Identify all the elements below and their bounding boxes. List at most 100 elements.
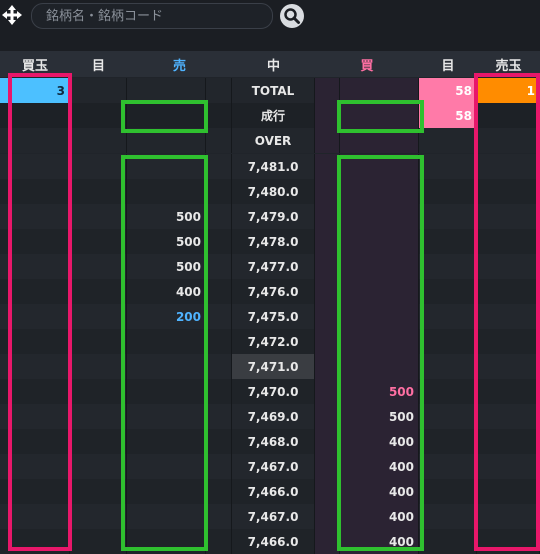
buy-spacer[interactable] xyxy=(315,304,340,329)
price-cell[interactable]: 7,476.0 xyxy=(232,279,315,304)
sell-spacer[interactable] xyxy=(206,529,232,554)
sell-qty-cell[interactable]: 400 xyxy=(127,279,206,304)
sell-spacer[interactable] xyxy=(206,504,232,529)
kaidama-cell[interactable] xyxy=(0,103,70,128)
kaidama-cell[interactable] xyxy=(0,279,70,304)
kaidama-cell[interactable] xyxy=(0,329,70,354)
sell-qty-cell[interactable] xyxy=(127,379,206,404)
uridama-cell[interactable]: 1 xyxy=(477,78,540,103)
uridama-cell[interactable] xyxy=(477,329,540,354)
price-cell[interactable]: TOTAL xyxy=(232,78,315,103)
me-left-cell[interactable] xyxy=(70,179,127,204)
buy-qty-cell[interactable] xyxy=(340,279,419,304)
buy-qty-cell[interactable]: 500 xyxy=(340,404,419,429)
uridama-cell[interactable] xyxy=(477,454,540,479)
sell-qty-cell[interactable]: 200 xyxy=(127,304,206,329)
sell-qty-cell[interactable] xyxy=(127,354,206,379)
uridama-cell[interactable] xyxy=(477,529,540,554)
price-cell[interactable]: 7,481.0 xyxy=(232,154,315,179)
me-right-cell[interactable] xyxy=(419,204,477,229)
buy-cell[interactable] xyxy=(340,103,419,128)
buy-spacer[interactable] xyxy=(315,179,340,204)
kaidama-cell[interactable] xyxy=(0,379,70,404)
buy-spacer[interactable] xyxy=(315,128,340,153)
kaidama-cell[interactable] xyxy=(0,204,70,229)
kaidama-cell[interactable] xyxy=(0,354,70,379)
buy-qty-cell[interactable] xyxy=(340,354,419,379)
sell-qty-cell[interactable]: 500 xyxy=(127,204,206,229)
sell-spacer[interactable] xyxy=(206,479,232,504)
price-cell[interactable]: 7,471.0 xyxy=(232,354,315,379)
kaidama-cell[interactable] xyxy=(0,179,70,204)
sell-qty-cell[interactable] xyxy=(127,454,206,479)
me-right-cell[interactable] xyxy=(419,179,477,204)
sell-spacer[interactable] xyxy=(206,404,232,429)
me-right-cell[interactable] xyxy=(419,229,477,254)
search-button[interactable] xyxy=(280,4,304,28)
sell-spacer[interactable] xyxy=(206,429,232,454)
buy-spacer[interactable] xyxy=(315,454,340,479)
buy-spacer[interactable] xyxy=(315,229,340,254)
buy-spacer[interactable] xyxy=(315,529,340,554)
uridama-cell[interactable] xyxy=(477,179,540,204)
buy-spacer[interactable] xyxy=(315,78,340,103)
uridama-cell[interactable] xyxy=(477,103,540,128)
buy-qty-cell[interactable] xyxy=(340,179,419,204)
me-left-cell[interactable] xyxy=(70,529,127,554)
kaidama-cell[interactable] xyxy=(0,479,70,504)
me-right-cell[interactable] xyxy=(419,429,477,454)
buy-spacer[interactable] xyxy=(315,429,340,454)
sell-spacer[interactable] xyxy=(206,78,232,103)
kaidama-cell[interactable]: 3 xyxy=(0,78,70,103)
buy-spacer[interactable] xyxy=(315,103,340,128)
me-left-cell[interactable] xyxy=(70,254,127,279)
me-left-cell[interactable] xyxy=(70,103,127,128)
buy-qty-cell[interactable] xyxy=(340,154,419,179)
sell-qty-cell[interactable] xyxy=(127,329,206,354)
buy-qty-cell[interactable]: 400 xyxy=(340,479,419,504)
buy-qty-cell[interactable]: 400 xyxy=(340,429,419,454)
buy-qty-cell[interactable] xyxy=(340,229,419,254)
uridama-cell[interactable] xyxy=(477,254,540,279)
search-input[interactable] xyxy=(44,6,266,26)
kaidama-cell[interactable] xyxy=(0,254,70,279)
price-cell[interactable]: 7,467.0 xyxy=(232,504,315,529)
kaidama-cell[interactable] xyxy=(0,154,70,179)
buy-cell[interactable] xyxy=(340,128,419,153)
buy-qty-cell[interactable] xyxy=(340,254,419,279)
sell-cell[interactable] xyxy=(127,103,206,128)
move-arrows-icon[interactable] xyxy=(2,5,22,25)
sell-spacer[interactable] xyxy=(206,128,232,153)
sell-spacer[interactable] xyxy=(206,254,232,279)
sell-spacer[interactable] xyxy=(206,179,232,204)
price-cell[interactable]: 7,475.0 xyxy=(232,304,315,329)
price-cell[interactable]: 7,477.0 xyxy=(232,254,315,279)
price-cell[interactable]: 7,479.0 xyxy=(232,204,315,229)
me-right-cell[interactable] xyxy=(419,404,477,429)
buy-spacer[interactable] xyxy=(315,404,340,429)
buy-spacer[interactable] xyxy=(315,379,340,404)
me-left-cell[interactable] xyxy=(70,304,127,329)
kaidama-cell[interactable] xyxy=(0,429,70,454)
sell-cell[interactable] xyxy=(127,78,206,103)
me-left-cell[interactable] xyxy=(70,329,127,354)
sell-spacer[interactable] xyxy=(206,304,232,329)
uridama-cell[interactable] xyxy=(477,128,540,153)
sell-spacer[interactable] xyxy=(206,379,232,404)
sell-spacer[interactable] xyxy=(206,204,232,229)
me-right-cell[interactable]: 58 xyxy=(419,103,477,128)
sell-spacer[interactable] xyxy=(206,154,232,179)
sell-qty-cell[interactable] xyxy=(127,179,206,204)
buy-qty-cell[interactable]: 500 xyxy=(340,379,419,404)
sell-qty-cell[interactable] xyxy=(127,504,206,529)
me-left-cell[interactable] xyxy=(70,154,127,179)
buy-spacer[interactable] xyxy=(315,479,340,504)
me-left-cell[interactable] xyxy=(70,78,127,103)
me-right-cell[interactable] xyxy=(419,279,477,304)
sell-qty-cell[interactable] xyxy=(127,404,206,429)
sell-spacer[interactable] xyxy=(206,103,232,128)
sell-qty-cell[interactable] xyxy=(127,154,206,179)
buy-spacer[interactable] xyxy=(315,354,340,379)
price-cell[interactable]: 7,467.0 xyxy=(232,454,315,479)
me-right-cell[interactable] xyxy=(419,379,477,404)
